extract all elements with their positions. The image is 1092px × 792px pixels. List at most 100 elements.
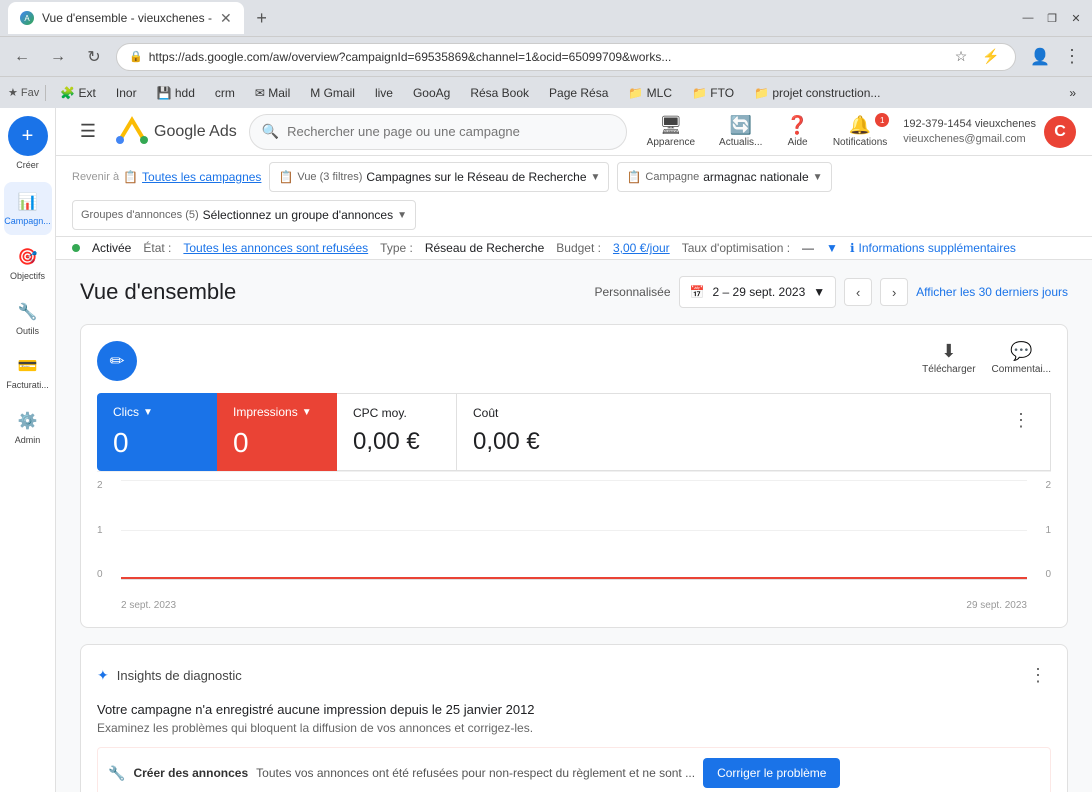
- impressions-metric[interactable]: Impressions ▼ 0: [217, 393, 337, 471]
- search-icon: 🔍: [262, 123, 279, 140]
- insights-more-options[interactable]: ⋮: [1025, 661, 1051, 690]
- nav-label-tools: Outils: [16, 326, 39, 337]
- bookmark-live[interactable]: live: [367, 84, 401, 102]
- edit-button[interactable]: ✏: [97, 341, 137, 381]
- tab-title: Vue d'ensemble - vieuxchenes -: [42, 11, 212, 25]
- optim-value: —: [802, 241, 814, 255]
- status-bar: Activée État : Toutes les annonces sont …: [56, 237, 1092, 260]
- close-button[interactable]: ✕: [1068, 10, 1084, 26]
- insights-header: ✦ Insights de diagnostic ⋮: [97, 661, 1051, 690]
- last-days-link[interactable]: Afficher les 30 derniers jours: [916, 285, 1068, 299]
- card-actions: ⬇ Télécharger 💬 Commentai...: [922, 341, 1051, 375]
- minimize-button[interactable]: —: [1020, 10, 1036, 26]
- view-filter-dropdown[interactable]: 📋 Vue (3 filtres) Campagnes sur le Résea…: [269, 162, 609, 192]
- bookmark-gooag[interactable]: GooAg: [405, 84, 458, 102]
- info-link[interactable]: ℹ Informations supplémentaires: [850, 241, 1016, 255]
- bookmark-projet[interactable]: 📁 projet construction...: [746, 84, 888, 102]
- more-options-button[interactable]: ⋮: [1008, 406, 1034, 435]
- clicks-metric[interactable]: Clics ▼ 0: [97, 393, 217, 471]
- aide-button[interactable]: ❓ Aide: [778, 111, 816, 152]
- cost-value: 0,00 €: [473, 428, 540, 456]
- hamburger-menu[interactable]: ☰: [72, 116, 104, 148]
- campaign-label: Campagne: [645, 171, 699, 183]
- bookmark-mlc[interactable]: 📁 MLC: [620, 84, 680, 102]
- nav-item-tools[interactable]: 🔧 Outils: [4, 292, 52, 345]
- fix-button[interactable]: Corriger le problème: [703, 758, 840, 788]
- date-next-button[interactable]: ›: [880, 278, 908, 306]
- nav-item-objectives[interactable]: 🎯 Objectifs: [4, 237, 52, 290]
- bookmark-resa-book[interactable]: Résa Book: [462, 84, 537, 102]
- budget-value[interactable]: 3,00 €/jour: [613, 241, 670, 255]
- comment-button[interactable]: 💬 Commentai...: [992, 341, 1051, 375]
- account-info: 192-379-1454 vieuxchenes vieuxchenes@gma…: [903, 117, 1036, 146]
- insights-icon: ✦: [97, 667, 109, 684]
- top-header: ☰ Google Ads 🔍 🖥 Apparence 🔄: [56, 108, 1092, 156]
- window-controls: — ❐ ✕: [1020, 10, 1084, 26]
- search-bar[interactable]: 🔍: [249, 114, 627, 150]
- campaign-dropdown[interactable]: 📋 Campagne armagnac nationale ▼: [617, 162, 831, 192]
- bookmark-fto[interactable]: 📁 FTO: [684, 84, 742, 102]
- new-tab-button[interactable]: +: [248, 4, 276, 32]
- google-ads-logo: Google Ads: [116, 116, 237, 148]
- back-label: Revenir à: [72, 171, 119, 183]
- profile-icon[interactable]: 👤: [1028, 45, 1052, 69]
- forward-button[interactable]: →: [44, 43, 72, 71]
- chart-canvas: [121, 480, 1027, 580]
- help-icon: ❓: [786, 115, 808, 136]
- grid-line-mid: [121, 530, 1027, 531]
- account-avatar[interactable]: C: [1044, 116, 1076, 148]
- chart-x-start: 2 sept. 2023: [121, 600, 176, 611]
- more-bookmarks-button[interactable]: »: [1061, 84, 1084, 102]
- extensions-icon[interactable]: ⚡: [979, 45, 1003, 69]
- active-status: Activée: [92, 241, 131, 255]
- cpc-label: CPC moy.: [353, 406, 440, 420]
- browser-tab[interactable]: A Vue d'ensemble - vieuxchenes - ✕: [8, 2, 244, 34]
- view-filter-label: Vue (3 filtres): [297, 171, 362, 183]
- chevron-down-icon[interactable]: ▼: [826, 241, 838, 255]
- nav-item-campaigns[interactable]: 📊 Campagn...: [4, 182, 52, 235]
- back-button[interactable]: ←: [8, 43, 36, 71]
- nav-label-admin: Admin: [15, 435, 41, 446]
- apparence-button[interactable]: 🖥 Apparence: [639, 111, 703, 152]
- download-button[interactable]: ⬇ Télécharger: [922, 341, 975, 375]
- create-button[interactable]: +: [8, 116, 48, 156]
- notification-bell-icon: 🔔: [849, 115, 871, 136]
- bookmark-crm[interactable]: crm: [207, 84, 243, 102]
- admin-icon: ⚙️: [16, 409, 40, 433]
- bookmark-star-icon[interactable]: ☆: [949, 45, 973, 69]
- bookmark-gmail[interactable]: M Gmail: [302, 84, 363, 102]
- all-campaigns-link[interactable]: Toutes les campagnes: [142, 170, 261, 184]
- comment-label: Commentai...: [992, 364, 1051, 375]
- close-tab-button[interactable]: ✕: [220, 10, 232, 27]
- maximize-button[interactable]: ❐: [1044, 10, 1060, 26]
- nav-label-objectives: Objectifs: [10, 271, 45, 282]
- bookmark-mail[interactable]: ✉ Mail: [247, 84, 298, 102]
- bookmark-ext[interactable]: 🧩 Ext: [52, 84, 104, 102]
- bookmark-inor[interactable]: Inor: [108, 84, 145, 102]
- refresh-button[interactable]: ↻: [80, 43, 108, 71]
- state-value[interactable]: Toutes les annonces sont refusées: [183, 241, 368, 255]
- bookmark-hdd[interactable]: 💾 hdd: [149, 84, 203, 102]
- bookmark-page-resa[interactable]: Page Résa: [541, 84, 616, 102]
- settings-icon[interactable]: ⋮: [1060, 45, 1084, 69]
- date-prev-button[interactable]: ‹: [844, 278, 872, 306]
- search-input[interactable]: [287, 124, 613, 139]
- url-text: https://ads.google.com/aw/overview?campa…: [149, 50, 943, 64]
- date-type-label: Personnalisée: [594, 285, 670, 299]
- issue-row: 🔧 Créer des annonces Toutes vos annonces…: [97, 747, 1051, 792]
- tab-favicon: A: [20, 11, 34, 25]
- chart-x-end: 29 sept. 2023: [966, 600, 1027, 611]
- warning-title: Votre campagne n'a enregistré aucune imp…: [97, 702, 1051, 717]
- url-bar[interactable]: 🔒 https://ads.google.com/aw/overview?cam…: [116, 43, 1016, 71]
- nav-label-campaigns: Campagn...: [4, 216, 51, 227]
- adgroup-dropdown[interactable]: Groupes d'annonces (5) Sélectionnez un g…: [72, 200, 416, 230]
- nav-item-admin[interactable]: ⚙️ Admin: [4, 401, 52, 454]
- back-to-all-campaigns[interactable]: Revenir à 📋 Toutes les campagnes: [72, 170, 261, 184]
- nav-item-billing[interactable]: 💳 Facturati...: [4, 346, 52, 399]
- actualiser-button[interactable]: 🔄 Actualis...: [711, 111, 770, 152]
- page-header: Vue d'ensemble Personnalisée 📅 2 – 29 se…: [80, 276, 1068, 308]
- lock-icon: 🔒: [129, 50, 143, 63]
- notifications-button[interactable]: 🔔 1 Notifications: [825, 111, 895, 152]
- date-picker[interactable]: 📅 2 – 29 sept. 2023 ▼: [679, 276, 837, 308]
- notifications-label: Notifications: [833, 137, 887, 148]
